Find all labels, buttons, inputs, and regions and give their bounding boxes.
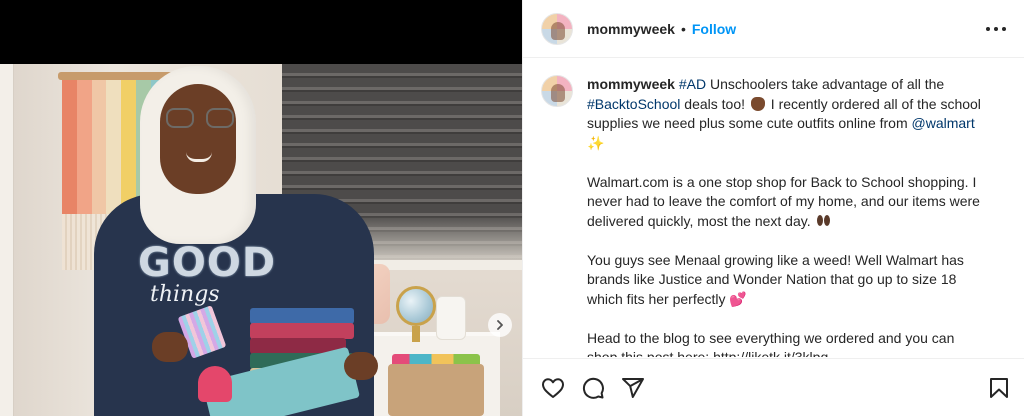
post-media: GOOD things (0, 0, 522, 416)
photo-jar (436, 296, 466, 340)
photo-pink-bottle (198, 366, 232, 402)
comment-icon[interactable] (581, 376, 605, 400)
bookmark-icon[interactable] (987, 376, 1011, 400)
person-hand-right (344, 352, 378, 380)
photo-person: GOOD things (94, 64, 394, 416)
shirt-text-good: GOOD (138, 240, 277, 286)
photo-globe-stand (412, 326, 420, 342)
comments-area: mommyweek #AD Unschoolers take advantage… (523, 59, 1024, 357)
more-options-icon[interactable] (986, 20, 1006, 38)
photo-basket (388, 364, 484, 416)
follow-button[interactable]: Follow (692, 21, 736, 37)
post-caption: mommyweek #AD Unschoolers take advantage… (587, 75, 987, 357)
person-face (160, 84, 236, 194)
person-glasses (166, 108, 234, 130)
post-header: mommyweek • Follow (523, 0, 1024, 58)
carousel-next-button[interactable] (488, 313, 512, 337)
caption-text-1a: Unschoolers take advantage of all the (706, 76, 945, 92)
eyes-emoji (816, 214, 832, 228)
action-bar (523, 358, 1024, 416)
share-icon[interactable] (621, 376, 645, 400)
caption-text-1b: deals too! (680, 95, 749, 112)
post-sidebar: mommyweek • Follow mommyweek #AD Unschoo… (522, 0, 1024, 416)
caption-avatar[interactable] (541, 75, 573, 107)
chevron-right-icon (497, 320, 503, 330)
caption-paragraph-2: Walmart.com is a one stop shop for Back … (587, 173, 980, 229)
caption-row: mommyweek #AD Unschoolers take advantage… (541, 75, 1009, 357)
caption-paragraph-3: You guys see Menaal growing like a weed!… (587, 251, 964, 307)
sparkles-emoji: ✨ (587, 134, 605, 151)
post-photo[interactable]: GOOD things (0, 64, 522, 416)
header-separator: • (680, 20, 686, 37)
author-username[interactable]: mommyweek (587, 21, 675, 37)
waving-hand-emoji (750, 96, 765, 111)
photo-globe (396, 286, 436, 326)
hashtag-backtoschool[interactable]: #BacktoSchool (587, 96, 680, 112)
shirt-text-things: things (150, 282, 220, 307)
heart-icon[interactable] (541, 376, 565, 400)
person-hand-left (152, 332, 188, 362)
caption-author[interactable]: mommyweek (587, 76, 675, 92)
heart-emoji: 💕 (729, 290, 747, 307)
author-avatar[interactable] (541, 12, 573, 45)
mention-walmart[interactable]: @walmart (912, 115, 975, 131)
hashtag-ad[interactable]: #AD (679, 76, 706, 92)
caption-paragraph-4: Head to the blog to see everything we or… (587, 329, 955, 358)
photo-doorframe (0, 64, 14, 416)
